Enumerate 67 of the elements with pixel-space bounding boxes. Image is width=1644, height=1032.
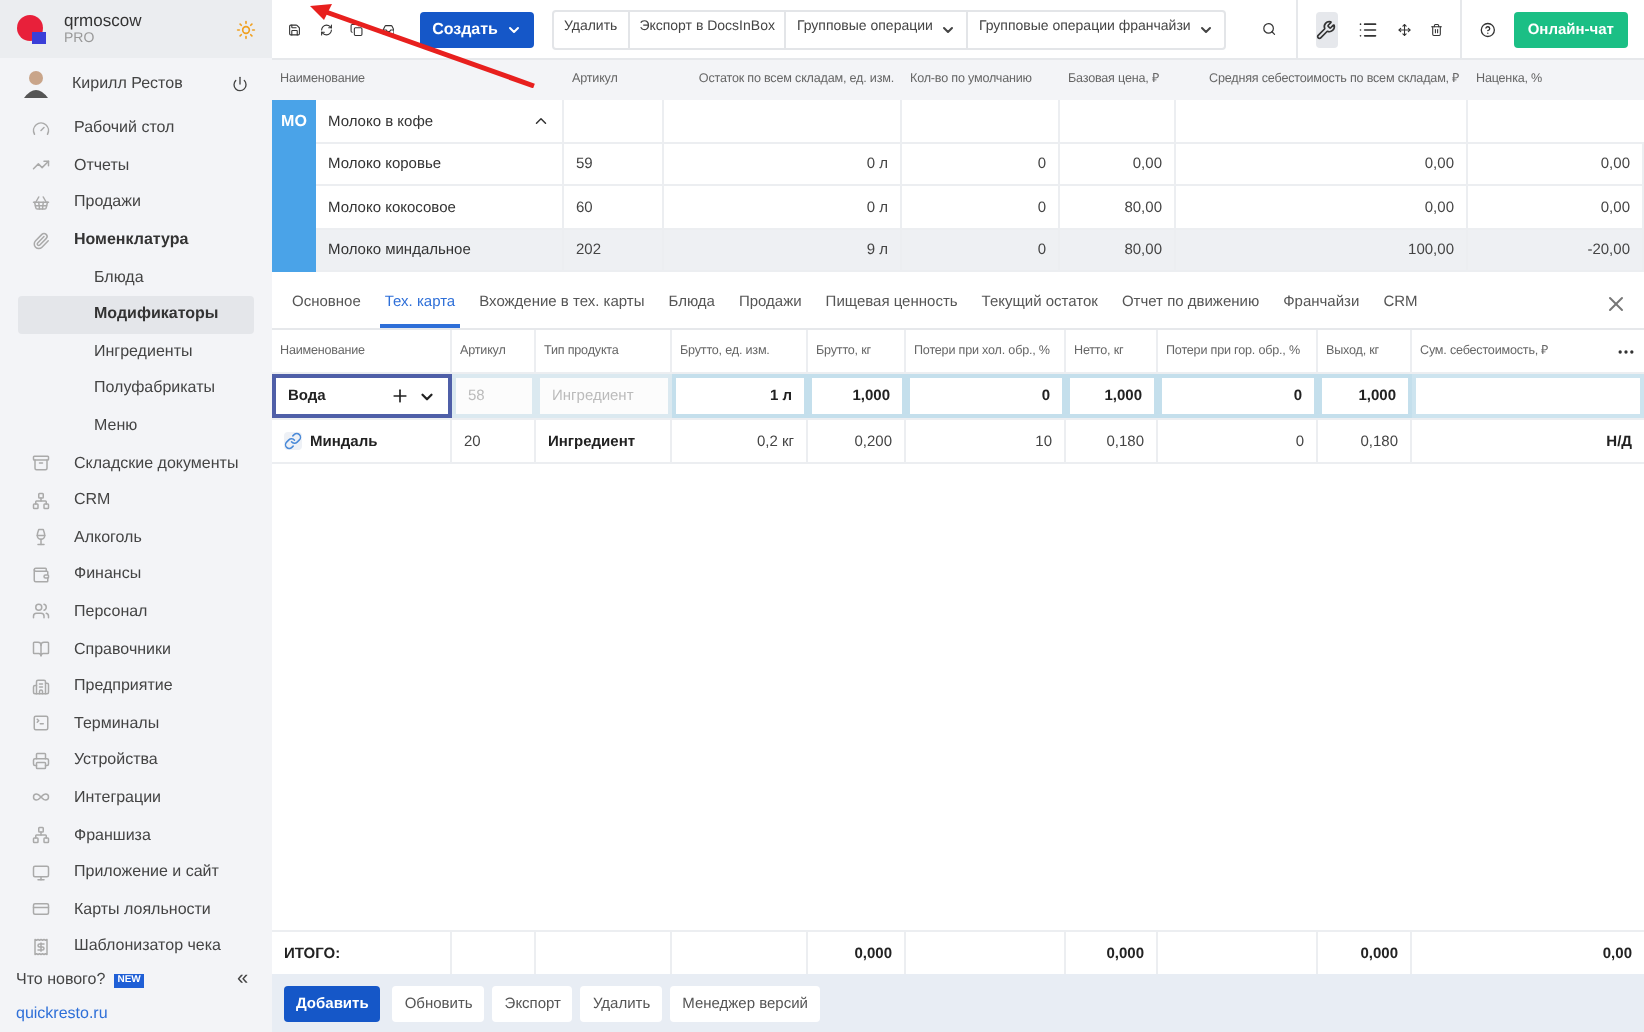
nav-item[interactable]: Продажи (0, 184, 272, 222)
collapse-button[interactable]: « (236, 970, 256, 991)
nav-item[interactable]: Карты лояльности (0, 890, 272, 929)
caret-icon (505, 21, 522, 37)
trash-icon[interactable] (1429, 19, 1443, 39)
terminal-icon (32, 714, 50, 733)
nav-item[interactable]: Справочники (0, 630, 272, 668)
glass-icon (32, 528, 50, 547)
search-icon[interactable] (1262, 18, 1278, 40)
nav-item[interactable]: Номенклатура (0, 221, 272, 259)
nav-subitem[interactable]: Модификаторы (18, 295, 254, 334)
users-icon (32, 602, 50, 621)
nav-subitem[interactable]: Ингредиенты (18, 333, 254, 371)
nav-subitem[interactable]: Меню (18, 407, 254, 445)
card-icon (32, 900, 50, 919)
nav-item[interactable]: Алкоголь (0, 519, 272, 557)
chart-icon (32, 156, 50, 175)
view-mode-button[interactable] (1315, 11, 1339, 47)
help-icon[interactable] (1480, 17, 1496, 41)
create-button[interactable]: Создать (420, 11, 534, 47)
archive-icon (32, 454, 50, 473)
list-icon (1358, 19, 1379, 39)
nav-item[interactable]: Персонал (0, 593, 272, 631)
input-field[interactable] (1412, 374, 1644, 418)
gauge-icon (32, 119, 50, 138)
receipt-icon (32, 937, 50, 956)
move-icon[interactable] (1397, 19, 1411, 39)
nav-item[interactable]: Финансы (0, 556, 272, 594)
link-icon[interactable] (284, 432, 302, 450)
nav-item[interactable]: Франшиза (0, 816, 272, 854)
save-icon[interactable] (288, 19, 302, 39)
logo-icon (16, 13, 48, 46)
nav-item[interactable]: Устройства (0, 742, 272, 780)
network-icon (32, 826, 50, 845)
basket-icon (32, 193, 50, 212)
tools-icon (1316, 19, 1337, 39)
nav-item[interactable]: Шаблонизатор чека (0, 928, 272, 966)
paperclip-icon (32, 231, 50, 250)
wallet-icon (32, 565, 50, 584)
network-icon (32, 491, 50, 510)
nav-item[interactable]: Отчеты (0, 147, 272, 185)
nav-item[interactable]: Рабочий стол (0, 109, 272, 148)
monitor-icon (32, 863, 50, 882)
account-name: qrmoscow (64, 9, 144, 30)
close-icon[interactable] (1604, 291, 1628, 315)
nav-item[interactable]: Интеграции (0, 779, 272, 817)
add-icon[interactable] (390, 386, 410, 406)
nav-item[interactable]: Складские документы (0, 444, 272, 482)
nav-item[interactable]: CRM (0, 481, 272, 519)
refresh-icon[interactable] (319, 19, 333, 39)
book-icon (32, 640, 50, 659)
user-name: Кирилл Рестов (72, 72, 185, 97)
nav-subitem[interactable]: Полуфабрикаты (18, 370, 254, 408)
whats-new-link[interactable]: Что нового? (16, 968, 106, 993)
nav-item[interactable]: Терминалы (0, 704, 272, 743)
avatar-icon (24, 70, 48, 99)
building-icon (32, 677, 50, 696)
site-link[interactable]: quickresto.ru (16, 1002, 108, 1027)
nav-item[interactable]: Предприятие (0, 667, 272, 705)
infinity-icon (32, 788, 50, 807)
group-label: МО (281, 110, 307, 130)
nav-item[interactable]: Приложение и сайт (0, 853, 272, 891)
power-icon[interactable] (232, 76, 248, 93)
nav-subitem[interactable]: Блюда (18, 258, 254, 296)
copy-icon[interactable] (350, 19, 364, 39)
printer-icon (32, 751, 50, 770)
inbox-icon[interactable] (381, 19, 395, 39)
